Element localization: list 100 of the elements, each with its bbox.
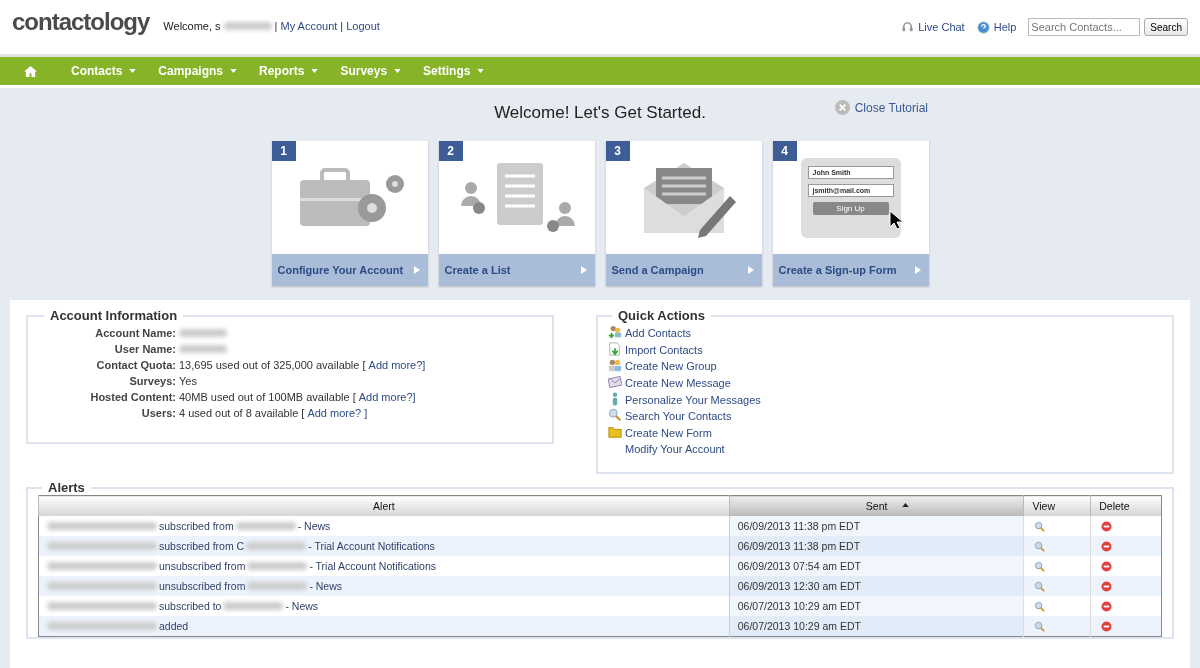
welcome-text: Welcome, s (163, 20, 221, 32)
add-more-link[interactable]: Add more?] (368, 359, 426, 371)
quick-action-link[interactable]: Create New Form (625, 426, 712, 439)
alert-text: - Trial Account Notifications (308, 540, 435, 552)
quick-action-link[interactable]: Add Contacts (625, 327, 692, 340)
header-link[interactable]: My Account (280, 20, 338, 32)
caret-icon (230, 69, 238, 73)
delete-icon[interactable] (1101, 540, 1113, 552)
close-tutorial-link[interactable]: Close Tutorial (834, 100, 928, 115)
quick-action-link[interactable]: Import Contacts (625, 343, 703, 356)
column-header[interactable]: Alert (38, 495, 730, 516)
caret-icon (129, 69, 137, 73)
delete-icon[interactable] (1101, 600, 1113, 612)
arrow-icon (914, 266, 921, 274)
sent-date: 06/09/2013 12:30 am EDT (737, 580, 861, 592)
magnifier-icon[interactable] (1034, 540, 1046, 552)
arrow-icon (580, 266, 587, 274)
blurred-list-name (247, 562, 308, 570)
live-chat-link[interactable]: Live Chat (918, 21, 965, 33)
sent-date: 06/09/2013 07:54 am EDT (737, 560, 861, 572)
blurred-value (179, 345, 227, 353)
field-value: 13,695 used out of 325,000 available [ (179, 359, 366, 371)
delete-icon[interactable] (1101, 560, 1113, 572)
delete-icon[interactable] (1101, 580, 1113, 592)
field-value: Yes (179, 375, 197, 387)
blurred-list-name (247, 582, 308, 590)
alert-text: subscribed from C (159, 540, 245, 552)
search-button[interactable]: Search (1144, 18, 1188, 36)
logo[interactable]: contactology (12, 8, 150, 36)
field-label: Account Name: (94, 327, 176, 339)
sort-arrow-icon (901, 503, 909, 507)
tutorial-title: Welcome! Let's Get Started. (494, 103, 706, 124)
quick-action-link[interactable]: Create New Message (625, 377, 731, 390)
quick-action-link[interactable]: Search Your Contacts (625, 410, 732, 423)
envelope-icon (608, 375, 622, 390)
magnifier-icon[interactable] (1034, 520, 1046, 532)
quick-action-link[interactable]: Personalize Your Messages (625, 393, 761, 406)
document-import-icon (608, 341, 622, 356)
field-label: Contact Quota: (95, 359, 176, 371)
field-value: 4 used out of 8 available [ (179, 407, 305, 419)
delete-icon[interactable] (1101, 520, 1113, 532)
sent-date: 06/07/2013 10:29 am EDT (737, 620, 861, 632)
tutorial-card[interactable]: 2 Create a List (438, 141, 595, 286)
separator: | (274, 20, 278, 32)
panel-title: Quick Actions (617, 308, 706, 323)
step-label: Create a List (444, 264, 511, 276)
alert-text: added (159, 620, 189, 632)
blurred-list-name (223, 602, 284, 610)
headset-icon (901, 20, 915, 34)
quick-action-link[interactable]: Create New Group (625, 360, 717, 373)
separator: | (340, 20, 344, 32)
step-number: 1 (271, 141, 296, 161)
caret-icon (477, 69, 485, 73)
alert-text: subscribed from (159, 520, 234, 532)
field-label: Surveys: (128, 375, 176, 387)
people-add-icon (608, 325, 622, 340)
search-field[interactable]: Search Contacts... (1028, 18, 1141, 36)
magnifier-icon[interactable] (1034, 620, 1046, 632)
magnifier-icon[interactable] (1034, 560, 1046, 572)
panel-title: Account Information (49, 308, 179, 323)
caret-icon (394, 69, 402, 73)
field-label: User Name: (113, 343, 176, 355)
delete-icon[interactable] (1101, 620, 1113, 632)
help-icon (976, 20, 990, 34)
people-icon (608, 358, 622, 373)
alert-text: - News (297, 520, 331, 532)
column-header[interactable]: Sent (729, 495, 1024, 516)
column-header[interactable]: Delete (1090, 495, 1162, 516)
blurred-list-name (235, 522, 296, 530)
tutorial-card[interactable]: 1 Configure Your Account (271, 141, 428, 286)
panel-title: Alerts (47, 480, 86, 495)
step-number: 3 (605, 141, 630, 161)
step-label: Create a Sign-up Form (778, 264, 897, 276)
blurred-username (223, 22, 272, 30)
header-link[interactable]: Logout (346, 20, 380, 32)
home-icon[interactable] (23, 64, 38, 78)
step-number: 2 (438, 141, 463, 161)
close-icon (834, 100, 850, 115)
step-number: 4 (772, 141, 797, 161)
alert-text: unsubscribed from (159, 580, 246, 592)
quick-action-link[interactable]: Modify Your Account (625, 443, 725, 456)
magnifier-icon[interactable] (1034, 580, 1046, 592)
field-label: Users: (140, 407, 176, 419)
add-more-link[interactable]: Add more?] (358, 391, 416, 403)
sent-date: 06/09/2013 11:38 pm EDT (737, 520, 861, 532)
blurred-value (179, 329, 227, 337)
column-header[interactable]: View (1023, 495, 1091, 516)
alert-text: subscribed to (159, 600, 222, 612)
arrow-icon (413, 266, 420, 274)
tutorial-card[interactable]: 3 Send a Campaign (605, 141, 762, 286)
magnifier-icon[interactable] (1034, 600, 1046, 612)
alert-text: - News (309, 580, 343, 592)
add-more-link[interactable]: Add more? ] (307, 407, 368, 419)
blurred-list-name (246, 542, 307, 550)
folder-icon (608, 424, 622, 439)
help-link[interactable]: Help (993, 21, 1017, 33)
field-value: 40MB used out of 100MB available [ (179, 391, 356, 403)
sent-date: 06/07/2013 10:29 am EDT (737, 600, 861, 612)
step-label: Configure Your Account (277, 264, 404, 276)
arrow-icon (747, 266, 754, 274)
